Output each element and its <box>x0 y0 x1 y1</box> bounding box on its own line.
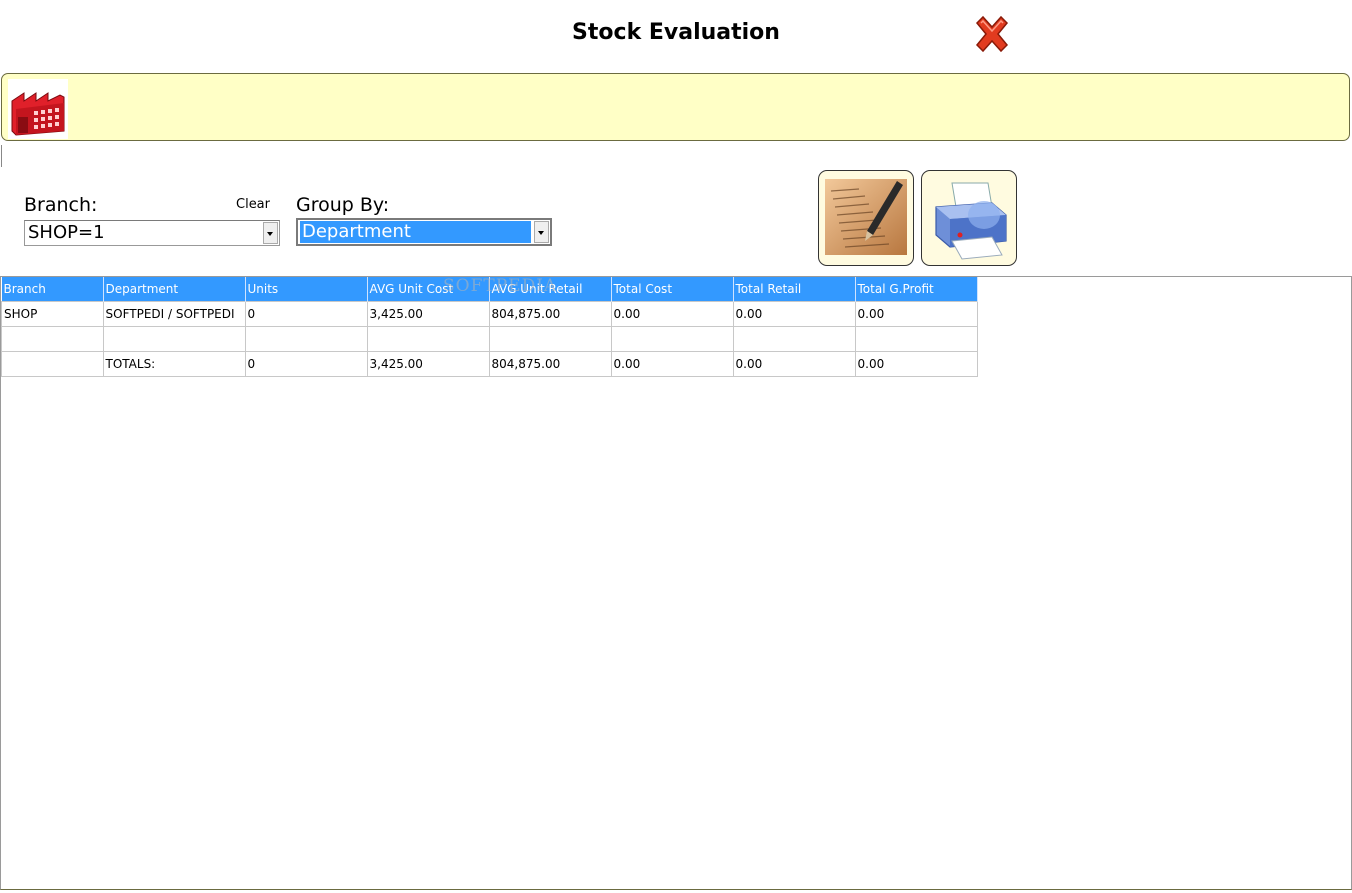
column-header[interactable]: AVG Unit Cost <box>367 277 490 302</box>
report-button[interactable] <box>818 170 914 266</box>
table-cell[interactable]: 0 <box>244 351 368 377</box>
table-cell[interactable]: 0.00 <box>732 301 856 327</box>
table-row[interactable]: SHOP SOFTPEDI / SOFTPEDI 0 3,425.00 804,… <box>1 301 978 327</box>
separator <box>1 145 2 167</box>
table-cell[interactable] <box>488 326 612 352</box>
totals-row[interactable]: TOTALS: 0 3,425.00 804,875.00 0.00 0.00 … <box>1 351 978 377</box>
group-by-label: Group By: <box>296 194 390 216</box>
branch-select[interactable]: SHOP=1 <box>24 220 280 246</box>
column-header[interactable]: Total Cost <box>611 277 734 302</box>
chevron-down-icon[interactable] <box>534 221 549 243</box>
results-grid[interactable]: Branch Department Units AVG Unit Cost AV… <box>0 276 1352 890</box>
column-header[interactable]: Department <box>103 277 246 302</box>
table-cell[interactable] <box>732 326 856 352</box>
group-by-select[interactable]: Department <box>296 218 552 246</box>
table-cell[interactable]: SHOP <box>1 301 104 327</box>
column-header[interactable]: Total G.Profit <box>855 277 978 302</box>
table-row[interactable] <box>1 326 978 352</box>
table-cell[interactable]: SOFTPEDI / SOFTPEDI <box>102 301 246 327</box>
column-header[interactable]: Units <box>245 277 368 302</box>
table-cell[interactable]: 3,425.00 <box>366 351 490 377</box>
table-cell[interactable]: 3,425.00 <box>366 301 490 327</box>
table-cell[interactable] <box>1 326 104 352</box>
printer-icon <box>935 182 1007 260</box>
table-cell[interactable] <box>854 326 978 352</box>
table-cell[interactable] <box>1 351 104 377</box>
table-header-row: Branch Department Units AVG Unit Cost AV… <box>1 277 978 302</box>
table-cell[interactable]: 804,875.00 <box>488 301 612 327</box>
table-cell[interactable]: 0.00 <box>854 301 978 327</box>
print-button[interactable] <box>921 170 1017 266</box>
table-cell[interactable]: 0 <box>244 301 368 327</box>
clear-button[interactable]: Clear <box>236 197 270 212</box>
table-cell[interactable] <box>244 326 368 352</box>
chevron-down-icon[interactable] <box>263 222 278 244</box>
column-header[interactable]: Total Retail <box>733 277 856 302</box>
table-cell[interactable]: 804,875.00 <box>488 351 612 377</box>
table-cell[interactable]: 0.00 <box>610 301 734 327</box>
table-cell[interactable] <box>366 326 490 352</box>
table-cell[interactable] <box>610 326 734 352</box>
close-button[interactable] <box>972 15 1012 53</box>
report-icon <box>825 179 907 255</box>
column-header[interactable]: Branch <box>1 277 104 302</box>
table-cell[interactable]: 0.00 <box>610 351 734 377</box>
header-banner <box>1 73 1350 141</box>
window-title: Stock Evaluation <box>572 20 780 45</box>
close-icon <box>975 15 1009 53</box>
table-cell[interactable]: TOTALS: <box>102 351 246 377</box>
factory-icon <box>8 79 68 139</box>
table-cell[interactable]: 0.00 <box>732 351 856 377</box>
results-table: Branch Department Units AVG Unit Cost AV… <box>1 277 978 377</box>
column-header[interactable]: AVG Unit Retail <box>489 277 612 302</box>
branch-select-value: SHOP=1 <box>28 222 105 243</box>
table-cell[interactable] <box>102 326 246 352</box>
group-by-select-value: Department <box>300 221 531 243</box>
table-cell[interactable]: 0.00 <box>854 351 978 377</box>
branch-label: Branch: <box>24 194 98 216</box>
